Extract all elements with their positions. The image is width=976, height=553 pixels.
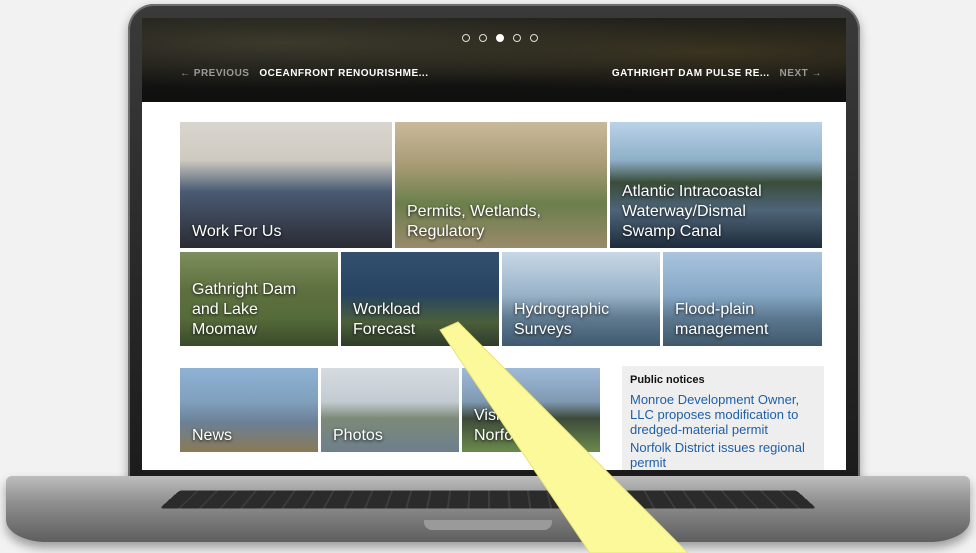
carousel-dots — [462, 34, 538, 42]
tile-caption: Workload Forecast — [353, 301, 421, 338]
carousel-dot-5[interactable] — [530, 34, 538, 42]
carousel-dot-1[interactable] — [462, 34, 470, 42]
tile-news[interactable]: News — [180, 368, 318, 452]
tile-caption: Flood-plain management — [675, 301, 769, 338]
laptop-screen: ← PREVIOUS OCEANFRONT RENOURISHME... GAT… — [142, 18, 846, 470]
tile-photos[interactable]: Photos — [321, 368, 459, 452]
laptop-trackpad-notch — [424, 520, 552, 530]
carousel-dot-4[interactable] — [513, 34, 521, 42]
tile-caption: Visit Fort Norfolk — [474, 407, 537, 444]
tile-permits-wetlands-regulatory[interactable]: Permits, Wetlands, Regulatory — [395, 122, 607, 248]
tile-hydrographic-surveys[interactable]: Hydrographic Surveys — [502, 252, 660, 346]
hero-carousel: ← PREVIOUS OCEANFRONT RENOURISHME... GAT… — [142, 18, 846, 102]
previous-title: OCEANFRONT RENOURISHME... — [259, 68, 429, 79]
laptop-base — [6, 476, 970, 542]
tile-caption: Photos — [333, 427, 383, 444]
tile-work-for-us[interactable]: Work For Us — [180, 122, 392, 248]
tile-visit-fort-norfolk[interactable]: Visit Fort Norfolk — [462, 368, 600, 452]
notice-link-monroe[interactable]: Monroe Development Owner, LLC proposes m… — [630, 392, 816, 437]
tile-caption: Hydrographic Surveys — [514, 301, 610, 338]
tile-workload-forecast[interactable]: Workload Forecast — [341, 252, 499, 346]
carousel-previous-link[interactable]: ← PREVIOUS OCEANFRONT RENOURISHME... — [180, 68, 428, 79]
tile-gathright-dam[interactable]: Gathright Dam and Lake Moomaw — [180, 252, 338, 346]
previous-label: ← PREVIOUS — [180, 68, 250, 79]
laptop-keyboard — [159, 490, 817, 509]
carousel-dot-2[interactable] — [479, 34, 487, 42]
tile-caption: News — [192, 427, 233, 444]
public-notices-heading: Public notices — [630, 374, 705, 386]
carousel-next-link[interactable]: GATHRIGHT DAM PULSE RE... NEXT → — [612, 68, 822, 79]
next-label: NEXT → — [779, 68, 822, 79]
tile-caption: Work For Us — [192, 223, 282, 240]
tile-caption: Atlantic Intracoastal Waterway/Dismal Sw… — [622, 183, 762, 240]
carousel-dot-3[interactable] — [496, 34, 504, 42]
notice-link-regional-permit[interactable]: Norfolk District issues regional permit — [630, 440, 816, 470]
next-title: GATHRIGHT DAM PULSE RE... — [611, 68, 770, 79]
public-notices-panel: Public notices Monroe Development Owner,… — [622, 366, 824, 470]
tile-caption: Permits, Wetlands, Regulatory — [407, 203, 541, 240]
tile-atlantic-intracoastal-waterway[interactable]: Atlantic Intracoastal Waterway/Dismal Sw… — [610, 122, 822, 248]
tile-caption: Gathright Dam and Lake Moomaw — [192, 281, 297, 338]
tile-flood-plain-management[interactable]: Flood-plain management — [663, 252, 822, 346]
